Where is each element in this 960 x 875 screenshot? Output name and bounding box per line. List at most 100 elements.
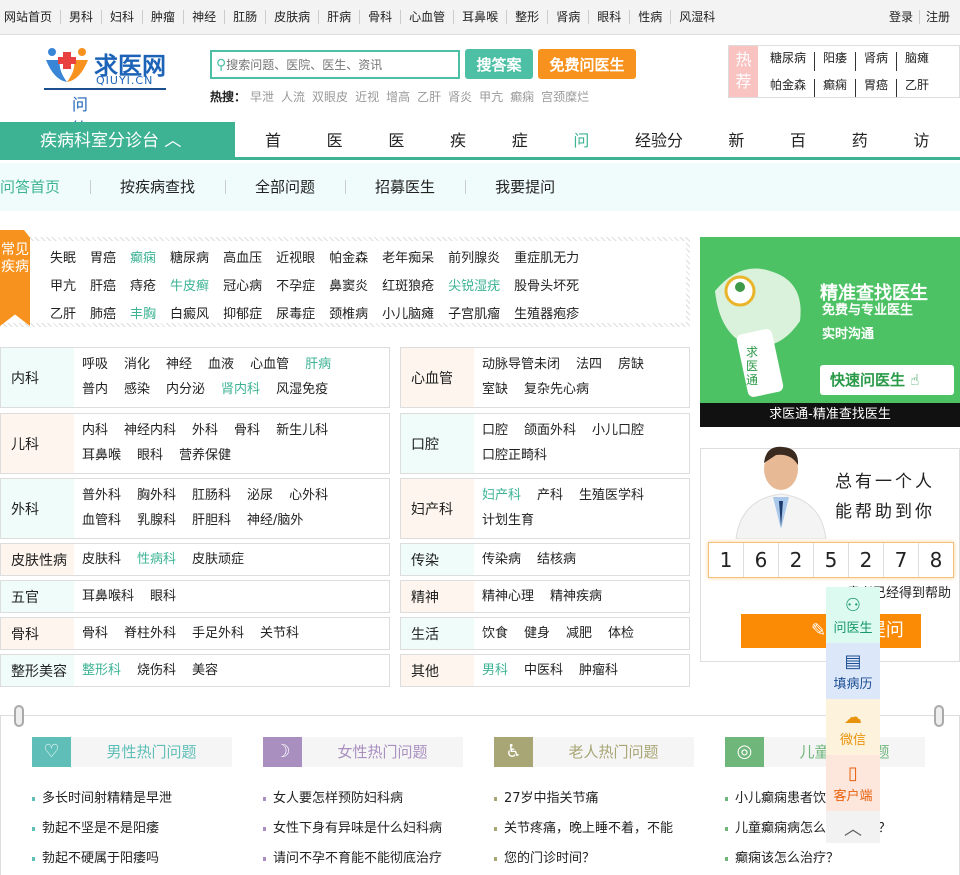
department-link[interactable]: 泌尿 (247, 487, 273, 505)
hot-question-link[interactable]: 多长时间射精精是早泄 (32, 784, 232, 814)
top-link[interactable]: 男科 (60, 10, 101, 24)
disease-link[interactable]: 生殖器疱疹 (514, 305, 579, 324)
department-link[interactable]: 计划生育 (482, 512, 534, 530)
department-link[interactable]: 肝病 (305, 356, 331, 374)
disease-link[interactable]: 重症肌无力 (514, 249, 579, 268)
site-logo[interactable]: 求医网 QIUYI.CN 问答 (44, 42, 168, 138)
department-category[interactable]: 心血管 (401, 348, 474, 407)
department-link[interactable]: 肛肠科 (192, 487, 231, 505)
hot-search-link[interactable]: 肾炎 (448, 88, 472, 105)
disease-link[interactable]: 颈椎病 (329, 305, 368, 324)
hot-question-link[interactable]: 请问不孕不育能不能彻底治疗 (263, 844, 463, 874)
disease-link[interactable]: 糖尿病 (170, 249, 209, 268)
department-category[interactable]: 传染 (401, 544, 474, 575)
subnav-item[interactable]: 招募医生 (345, 163, 465, 211)
subnav-item[interactable]: 按疾病查找 (90, 163, 225, 211)
department-link[interactable]: 中医科 (524, 662, 563, 680)
hot-search-link[interactable]: 甲亢 (479, 88, 503, 105)
department-link[interactable]: 心外科 (289, 487, 328, 505)
hot-question-header[interactable]: ♿ 老人热门问题 (494, 737, 694, 767)
department-link[interactable]: 性病科 (137, 551, 176, 569)
department-link[interactable]: 眼科 (137, 447, 163, 465)
register-link[interactable]: 注册 (918, 10, 956, 24)
department-link[interactable]: 普内 (82, 381, 108, 399)
top-link[interactable]: 整形 (506, 10, 547, 24)
department-category[interactable]: 精神 (401, 581, 474, 612)
department-link[interactable]: 消化 (124, 356, 150, 374)
department-category[interactable]: 皮肤性病 (1, 544, 74, 575)
disease-link[interactable]: 小儿脑瘫 (382, 305, 434, 324)
department-link[interactable]: 呼吸 (82, 356, 108, 374)
disease-link[interactable]: 近视眼 (276, 249, 315, 268)
department-link[interactable]: 室缺 (482, 381, 508, 399)
subnav-item[interactable]: 全部问题 (225, 163, 345, 211)
find-doctor-ad[interactable]: 求医通 精准查找医生 免费与专业医生 实时沟通 快速问医生 ☝ 求医通-精准查找医… (700, 237, 960, 427)
department-category[interactable]: 其他 (401, 655, 474, 686)
department-category[interactable]: 骨科 (1, 618, 74, 649)
department-link[interactable]: 美容 (192, 662, 218, 680)
hot-recommend-link[interactable]: 胃癌 (855, 78, 896, 97)
hot-recommend-link[interactable]: 肾病 (855, 52, 896, 71)
department-link[interactable]: 肿瘤科 (579, 662, 618, 680)
hot-search-link[interactable]: 增高 (386, 88, 410, 105)
department-link[interactable]: 心血管 (250, 356, 289, 374)
department-link[interactable]: 复杂先心病 (524, 381, 589, 399)
disease-link[interactable]: 帕金森 (329, 249, 368, 268)
top-link[interactable]: 网站首页 (0, 10, 60, 24)
department-link[interactable]: 动脉导管未闭 (482, 356, 560, 374)
disease-link[interactable]: 子宫肌瘤 (448, 305, 500, 324)
department-link[interactable]: 手足外科 (192, 625, 244, 643)
dept-triage-button[interactable]: 疾病科室分诊台 ︿ (0, 122, 235, 160)
department-link[interactable]: 外科 (192, 422, 218, 440)
department-category[interactable]: 内科 (1, 348, 74, 407)
department-link[interactable]: 口腔 (482, 422, 508, 440)
department-link[interactable]: 胸外科 (137, 487, 176, 505)
department-link[interactable]: 健身 (524, 625, 550, 643)
hot-search-link[interactable]: 癫痫 (510, 88, 534, 105)
top-link[interactable]: 肝病 (318, 10, 359, 24)
hot-question-link[interactable]: 儿童癫痫病怎么治好孩子？ (725, 814, 925, 844)
hot-question-link[interactable]: 关节疼痛，晚上睡不着，不能 (494, 814, 694, 844)
hot-search-link[interactable]: 乙肝 (417, 88, 441, 105)
hot-question-header[interactable]: ☽ 女性热门问题 (263, 737, 463, 767)
hot-recommend-link[interactable]: 糖尿病 (762, 52, 814, 71)
department-link[interactable]: 体检 (608, 625, 634, 643)
hot-search-link[interactable]: 宫颈糜烂 (541, 88, 589, 105)
department-link[interactable]: 饮食 (482, 625, 508, 643)
search-answers-button[interactable]: 搜答案 (465, 49, 533, 79)
department-link[interactable]: 神经/脑外 (247, 512, 303, 530)
department-link[interactable]: 骨科 (82, 625, 108, 643)
disease-link[interactable]: 不孕症 (276, 277, 315, 296)
department-link[interactable]: 结核病 (537, 551, 576, 569)
disease-link[interactable]: 失眠 (50, 249, 76, 268)
ask-doctor-free-button[interactable]: 免费问医生 (538, 49, 636, 79)
hot-question-link[interactable]: 女性下身有异味是什么妇科病 (263, 814, 463, 844)
search-input[interactable] (226, 57, 447, 72)
department-link[interactable]: 感染 (124, 381, 150, 399)
hot-search-link[interactable]: 早泄 (250, 88, 274, 105)
department-link[interactable]: 脊柱外科 (124, 625, 176, 643)
disease-link[interactable]: 胃癌 (90, 249, 116, 268)
department-link[interactable]: 血管科 (82, 512, 121, 530)
hot-question-link[interactable]: 小儿癫痫患者饮食应该注 (725, 784, 925, 814)
hot-search-link[interactable]: 近视 (355, 88, 379, 105)
top-link[interactable]: 性病 (629, 10, 670, 24)
department-link[interactable]: 妇产科 (482, 487, 521, 505)
disease-link[interactable]: 冠心病 (223, 277, 262, 296)
department-link[interactable]: 传染病 (482, 551, 521, 569)
disease-link[interactable]: 尖锐湿疣 (448, 277, 500, 296)
hot-recommend-link[interactable]: 阳痿 (814, 52, 855, 71)
department-link[interactable]: 男科 (482, 662, 508, 680)
top-link[interactable]: 肾病 (547, 10, 588, 24)
department-link[interactable]: 营养保健 (179, 447, 231, 465)
department-link[interactable]: 生殖医学科 (579, 487, 644, 505)
hot-question-link[interactable]: 女人要怎样预防妇科病 (263, 784, 463, 814)
department-link[interactable]: 皮肤科 (82, 551, 121, 569)
department-link[interactable]: 普外科 (82, 487, 121, 505)
quick-ask-button[interactable]: 快速问医生 ☝ (820, 365, 954, 395)
hot-search-link[interactable]: 人流 (281, 88, 305, 105)
department-link[interactable]: 神经内科 (124, 422, 176, 440)
department-category[interactable]: 口腔 (401, 414, 474, 473)
disease-link[interactable]: 鼻窦炎 (329, 277, 368, 296)
float-phone-button[interactable]: ▯ 客户端 (826, 755, 880, 811)
